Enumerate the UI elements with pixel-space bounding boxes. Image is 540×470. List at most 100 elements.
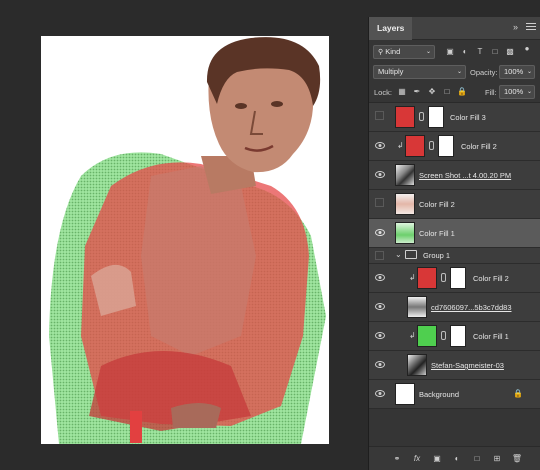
eye-icon[interactable]	[375, 360, 385, 369]
layer-mask-thumbnail	[450, 267, 466, 289]
panel-tabbar: Layers »	[369, 17, 540, 40]
lock-row: Lock: ▦ ✒ ✥ □ 🔒 Fill: 100% ⌄	[369, 83, 540, 103]
blend-mode-value: Multiply	[378, 67, 404, 76]
layer-name: Color Fill 1	[419, 229, 455, 238]
filter-toggle-icon[interactable]: ●	[522, 44, 532, 54]
trash-icon[interactable]: 🗑	[511, 454, 523, 463]
eye-icon[interactable]	[375, 141, 385, 150]
lock-transparent-icon[interactable]: ▦	[397, 87, 407, 97]
layer-row-selected[interactable]: Color Fill 1	[369, 219, 540, 248]
search-icon: ⚲	[378, 49, 384, 56]
layer-name: Background	[419, 390, 460, 399]
layer-name: cd7606097...5b3c7dd83	[431, 303, 512, 312]
clipping-mask-icon: ↲	[409, 331, 416, 340]
opacity-input[interactable]: 100% ⌄	[499, 65, 535, 79]
filter-row: ⚲ Kind ⌄ ▣ ◐ T □ ▩ ●	[369, 42, 540, 62]
adjustment-layer-icon[interactable]: ◐	[451, 454, 463, 463]
filter-kind-label: Kind	[385, 47, 401, 56]
folder-icon	[405, 250, 417, 259]
chevron-down-icon: ⌄	[425, 49, 431, 55]
layer-name: Color Fill 1	[473, 332, 509, 341]
chevron-down-icon: ⌄	[526, 69, 532, 75]
chevron-down-icon: ⌄	[456, 69, 462, 75]
layer-name: Color Fill 3	[450, 113, 486, 122]
layer-thumbnail	[395, 383, 415, 405]
layer-mask-thumbnail	[428, 106, 444, 128]
layer-row[interactable]: ↲ Color Fill 1	[369, 322, 540, 351]
eye-icon[interactable]	[375, 302, 385, 311]
layer-group-row[interactable]: ⌄ Group 1	[369, 248, 540, 264]
panel-footer: ⚭ fx ▣ ◐ □ ⊞ 🗑	[369, 446, 540, 470]
lock-position-icon[interactable]: ✥	[427, 87, 437, 97]
layer-name: Color Fill 2	[461, 142, 497, 151]
lock-icon: 🔒	[513, 389, 523, 398]
layer-thumbnail	[407, 296, 427, 318]
layer-row[interactable]: ↲ Color Fill 2	[369, 132, 540, 161]
new-group-icon[interactable]: □	[471, 454, 483, 463]
clipping-mask-icon: ↲	[397, 141, 404, 150]
link-icon	[441, 273, 446, 282]
eye-icon[interactable]	[375, 389, 385, 398]
fill-label: Fill:	[485, 88, 497, 97]
eye-icon[interactable]	[375, 170, 385, 179]
layer-thumbnail	[395, 193, 415, 215]
type-filter-icon[interactable]: T	[475, 47, 485, 57]
layer-row[interactable]: Color Fill 3	[369, 103, 540, 132]
link-layers-icon[interactable]: ⚭	[391, 454, 403, 463]
filter-kind-select[interactable]: ⚲ Kind ⌄	[373, 45, 435, 59]
lock-label: Lock:	[374, 88, 392, 97]
layer-thumbnail	[417, 267, 437, 289]
layer-mask-thumbnail	[438, 135, 454, 157]
image-filter-icon[interactable]: ▣	[445, 47, 455, 57]
layer-mask-thumbnail	[450, 325, 466, 347]
layer-thumbnail	[395, 164, 415, 186]
chevron-down-icon: ⌄	[526, 89, 532, 95]
eye-icon[interactable]	[375, 273, 385, 282]
new-layer-icon[interactable]: ⊞	[491, 454, 503, 463]
lock-all-icon[interactable]: 🔒	[457, 87, 467, 97]
clipping-mask-icon: ↲	[409, 273, 416, 282]
layer-name: Screen Shot ...t 4.00.20 PM	[419, 171, 512, 180]
smart-object-filter-icon[interactable]: ▩	[505, 47, 515, 57]
layer-row[interactable]: cd7606097...5b3c7dd83	[369, 293, 540, 322]
layer-thumbnail	[417, 325, 437, 347]
layer-row[interactable]: Stefan-Sagmeister-03	[369, 351, 540, 380]
visibility-toggle-off[interactable]	[375, 111, 384, 120]
document-canvas[interactable]	[41, 36, 329, 444]
visibility-toggle-off[interactable]	[375, 251, 384, 260]
adjustment-filter-icon[interactable]: ◐	[460, 47, 470, 57]
layer-row[interactable]: Screen Shot ...t 4.00.20 PM	[369, 161, 540, 190]
tab-layers[interactable]: Layers	[369, 17, 413, 40]
link-icon	[419, 112, 424, 121]
shape-filter-icon[interactable]: □	[490, 47, 500, 57]
hamburger-icon[interactable]	[526, 21, 536, 31]
opacity-label: Opacity:	[470, 68, 498, 77]
layer-thumbnail	[395, 106, 415, 128]
layer-row[interactable]: ↲ Color Fill 2	[369, 264, 540, 293]
blend-row: Multiply ⌄ Opacity: 100% ⌄	[369, 63, 540, 83]
expand-panels-icon[interactable]: »	[513, 22, 518, 32]
layer-row[interactable]: Color Fill 2	[369, 190, 540, 219]
fx-icon[interactable]: fx	[411, 454, 423, 463]
lock-artboard-icon[interactable]: □	[442, 87, 452, 97]
visibility-toggle-off[interactable]	[375, 198, 384, 207]
opacity-value: 100%	[504, 67, 524, 76]
layer-thumbnail	[405, 135, 425, 157]
link-icon	[429, 141, 434, 150]
blend-mode-select[interactable]: Multiply ⌄	[373, 65, 466, 79]
fill-value: 100%	[504, 87, 524, 96]
layer-name: Color Fill 2	[473, 274, 509, 283]
artwork-image	[49, 37, 326, 444]
layer-thumbnail	[407, 354, 427, 376]
eye-icon[interactable]	[375, 331, 385, 340]
link-icon	[441, 331, 446, 340]
layers-panel: Layers » ⚲ Kind ⌄ ▣ ◐ T □ ▩ ● Multiply ⌄…	[368, 17, 540, 470]
fill-input[interactable]: 100% ⌄	[499, 85, 535, 99]
add-mask-icon[interactable]: ▣	[431, 454, 443, 463]
chevron-down-icon[interactable]: ⌄	[395, 250, 402, 259]
lock-paint-icon[interactable]: ✒	[412, 87, 422, 97]
layer-name: Stefan-Sagmeister-03	[431, 361, 504, 370]
layer-row[interactable]: Background 🔒	[369, 380, 540, 409]
eye-icon[interactable]	[375, 228, 385, 237]
layer-thumbnail	[395, 222, 415, 244]
